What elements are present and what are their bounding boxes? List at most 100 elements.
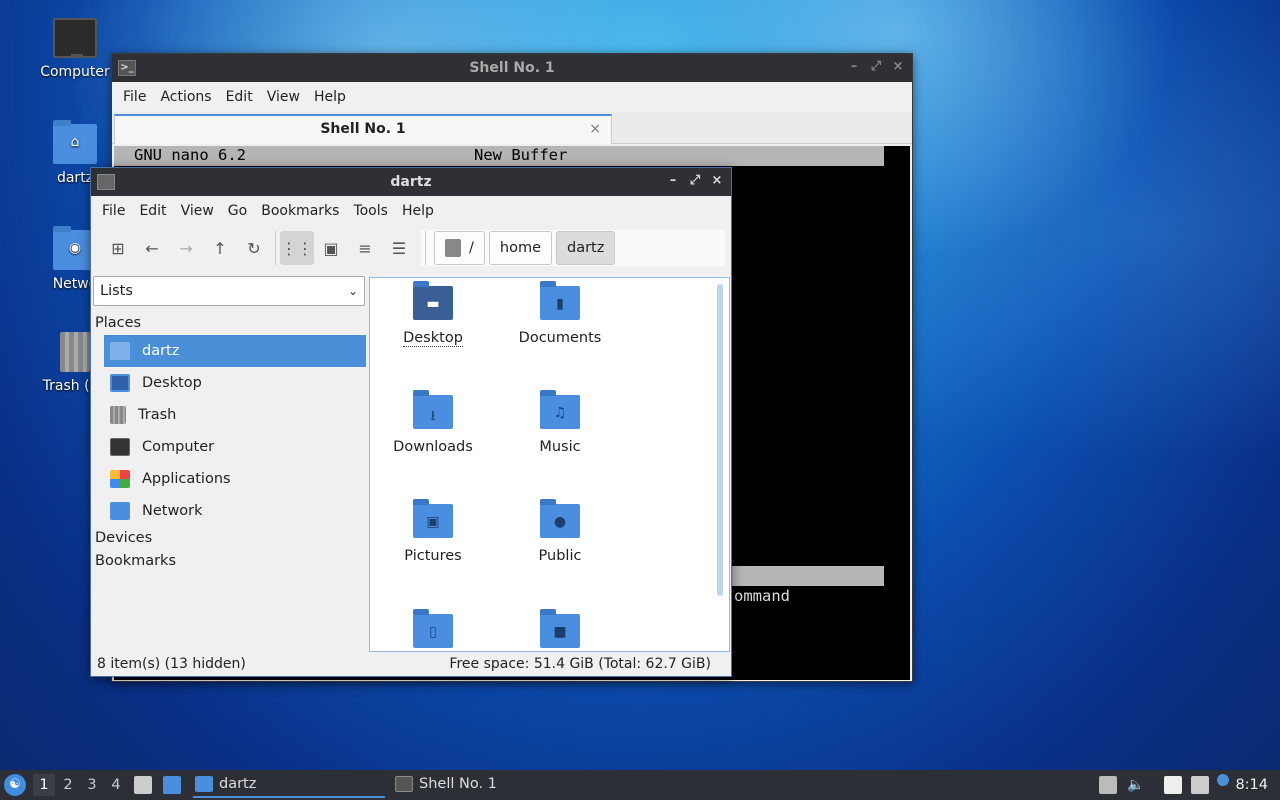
thumbnail-view-icon[interactable]: ▣ <box>314 231 348 265</box>
file-item-public[interactable]: ● Public <box>505 499 615 564</box>
nano-header: GNU nano 6.2 New Buffer <box>114 146 884 166</box>
file-item-downloads[interactable]: ⭳ Downloads <box>378 390 488 455</box>
reload-icon[interactable]: ↻ <box>237 231 271 265</box>
detailed-list-view-icon[interactable]: ☰ <box>382 231 416 265</box>
terminal-tab[interactable]: Shell No. 1 × <box>114 114 612 144</box>
folder-icon-view[interactable]: ▬ Desktop ▮ Documents ⭳ Downloads ♫ Musi… <box>369 277 730 652</box>
crumb-label: / <box>469 240 474 256</box>
fm-titlebar[interactable]: dartz – ⤢ × <box>91 168 731 196</box>
sidebar-item-network[interactable]: Network <box>104 495 366 527</box>
downloads-folder-icon: ⭳ <box>413 390 453 429</box>
maximize-button[interactable]: ⤢ <box>687 172 703 190</box>
file-manager-launcher-icon[interactable] <box>134 776 152 794</box>
clock[interactable]: 8:14 <box>1235 770 1268 800</box>
public-folder-icon: ● <box>540 499 580 538</box>
menu-edit[interactable]: Edit <box>132 203 173 219</box>
network-status-icon[interactable] <box>1191 776 1209 794</box>
file-item-documents[interactable]: ▮ Documents <box>505 281 615 346</box>
path-crumb-home[interactable]: home <box>488 231 552 265</box>
workspace-1[interactable]: 1 <box>33 774 55 796</box>
terminal-tabbar: Shell No. 1 × <box>112 112 912 144</box>
minimize-button[interactable]: – <box>665 172 681 190</box>
workspace-4[interactable]: 4 <box>105 774 127 796</box>
sidebar-item-dartz[interactable]: dartz <box>104 335 366 367</box>
close-button[interactable]: × <box>890 58 906 76</box>
task-label: Shell No. 1 <box>419 776 497 792</box>
free-space-status: Free space: 51.4 GiB (Total: 62.7 GiB) <box>449 656 711 672</box>
bookmarks-heading[interactable]: Bookmarks <box>95 553 176 569</box>
compact-view-icon[interactable]: ≡ <box>348 231 382 265</box>
file-item-music[interactable]: ♫ Music <box>505 390 615 455</box>
documents-folder-icon: ▮ <box>540 281 580 320</box>
menu-file[interactable]: File <box>116 89 153 105</box>
sidebar-item-label: Trash <box>138 407 177 423</box>
file-item-desktop[interactable]: ▬ Desktop <box>378 281 488 347</box>
file-item-label: Music <box>539 439 581 455</box>
sidebar-item-desktop[interactable]: Desktop <box>104 367 366 399</box>
pictures-folder-icon: ▣ <box>413 499 453 538</box>
terminal-titlebar[interactable]: >_ Shell No. 1 – ⤢ × <box>112 54 912 82</box>
workspace-2[interactable]: 2 <box>57 774 79 796</box>
start-menu-icon[interactable]: ☯ <box>4 774 26 796</box>
task-label: dartz <box>219 776 257 792</box>
sidebar-item-applications[interactable]: Applications <box>104 463 366 495</box>
devices-heading[interactable]: Devices <box>95 530 152 546</box>
close-button[interactable]: × <box>709 172 725 190</box>
forward-arrow-icon[interactable]: → <box>169 231 203 265</box>
menu-go[interactable]: Go <box>221 203 254 219</box>
terminal-app-icon: >_ <box>118 60 136 76</box>
path-crumb-root[interactable]: / <box>434 231 485 265</box>
menu-edit[interactable]: Edit <box>219 89 260 105</box>
places-heading[interactable]: Places <box>95 315 141 331</box>
task-file-manager[interactable]: dartz <box>193 770 385 798</box>
chevron-down-icon: ⌄ <box>347 284 358 298</box>
fm-statusbar: 8 item(s) (13 hidden) Free space: 51.4 G… <box>91 656 731 676</box>
tab-close-icon[interactable]: × <box>589 116 601 142</box>
side-pane: Lists ⌄ Places dartz Desktop Trash Compu… <box>93 274 367 658</box>
workspace-3[interactable]: 3 <box>81 774 103 796</box>
crumb-label: home <box>499 240 541 256</box>
toolbar-separator <box>425 231 426 265</box>
home-folder-icon <box>110 342 130 360</box>
file-item-pictures[interactable]: ▣ Pictures <box>378 499 488 564</box>
item-count-status: 8 item(s) (13 hidden) <box>97 656 246 672</box>
desktop-icon-computer[interactable]: Computer <box>35 18 115 80</box>
applications-icon <box>110 470 130 488</box>
file-item-label: Desktop <box>403 330 463 347</box>
show-desktop-icon[interactable] <box>163 776 181 794</box>
sidebar-item-computer[interactable]: Computer <box>104 431 366 463</box>
maximize-button[interactable]: ⤢ <box>868 58 884 76</box>
menu-help[interactable]: Help <box>307 89 353 105</box>
icon-view-icon[interactable]: ⋮⋮ <box>280 231 314 265</box>
menu-view[interactable]: View <box>260 89 307 105</box>
side-pane-mode-select[interactable]: Lists ⌄ <box>93 276 365 306</box>
menu-view[interactable]: View <box>174 203 221 219</box>
file-manager-window[interactable]: dartz – ⤢ × File Edit View Go Bookmarks … <box>90 167 732 677</box>
sidebar-item-trash[interactable]: Trash <box>104 399 366 431</box>
new-tab-icon[interactable]: ⊞ <box>101 231 135 265</box>
templates-folder-icon: ▯ <box>413 609 453 648</box>
file-item-templates[interactable]: ▯ <box>378 609 488 651</box>
notification-icon[interactable] <box>1217 774 1229 786</box>
vertical-scrollbar[interactable] <box>717 284 723 596</box>
menu-bookmarks[interactable]: Bookmarks <box>254 203 346 219</box>
path-bar: / home dartz <box>421 230 725 266</box>
menu-help[interactable]: Help <box>395 203 441 219</box>
clipboard-icon[interactable] <box>1164 776 1182 794</box>
back-arrow-icon[interactable]: ← <box>135 231 169 265</box>
minimize-button[interactable]: – <box>846 58 862 76</box>
nano-version: GNU nano 6.2 <box>134 146 246 164</box>
up-arrow-icon[interactable]: ↑ <box>203 231 237 265</box>
menu-file[interactable]: File <box>95 203 132 219</box>
file-item-videos[interactable]: ■ <box>505 609 615 651</box>
nano-help-text: ommand <box>734 587 790 605</box>
sidebar-item-label: Computer <box>142 439 215 455</box>
eject-icon[interactable] <box>1099 776 1117 794</box>
taskbar: ☯ 1 2 3 4 dartz Shell No. 1 🔈 8:14 <box>0 770 1280 800</box>
path-crumb-dartz[interactable]: dartz <box>556 231 616 265</box>
task-terminal[interactable]: Shell No. 1 <box>393 770 583 798</box>
menu-tools[interactable]: Tools <box>346 203 395 219</box>
menu-actions[interactable]: Actions <box>153 89 218 105</box>
volume-icon[interactable]: 🔈 <box>1127 776 1145 794</box>
network-icon <box>110 502 130 520</box>
